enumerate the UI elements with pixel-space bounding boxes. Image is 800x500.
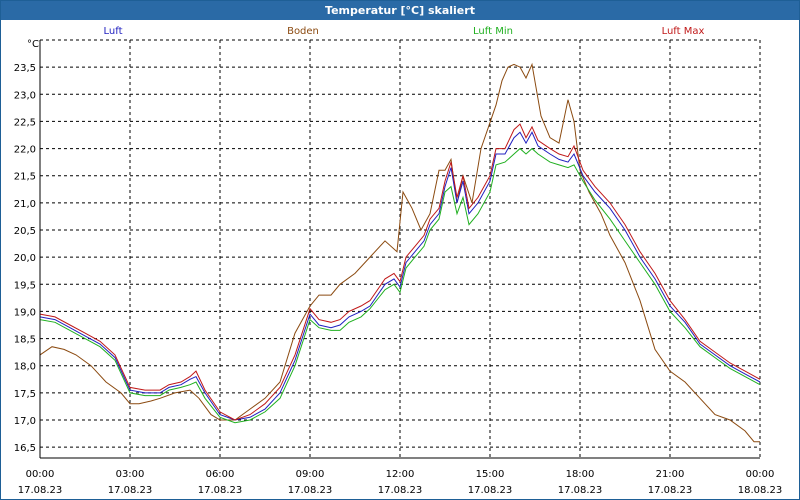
- x-tick-date-label: 17.08.23: [558, 485, 603, 496]
- axes: 16,5 17,0 17,5 18,0 18,5 19,0 19,5 20,0 20,5 21,0…: [14, 40, 783, 496]
- temperature-chart: 16,5 17,0 17,5 18,0 18,5 19,0 19,5 20,0 20,5 21,0…: [14, 26, 783, 496]
- x-tick-date-label: 17.08.23: [468, 485, 513, 496]
- x-tick-time-label: 03:00: [116, 469, 145, 480]
- y-tick-label: 22,0: [14, 145, 36, 156]
- x-tick-time-label: 09:00: [296, 469, 325, 480]
- y-tick-label: 21,5: [14, 172, 36, 183]
- x-tick-date-label: 17.08.23: [18, 485, 63, 496]
- legend-item-boden: Boden: [287, 26, 319, 37]
- y-tick-label: 18,5: [14, 335, 36, 346]
- y-tick-label: 19,0: [14, 307, 36, 318]
- y-tick-label: 17,5: [14, 389, 36, 400]
- legend-item-luft: Luft: [104, 26, 123, 37]
- y-tick-label: 22,5: [14, 117, 36, 128]
- legend-item-luft-max: Luft Max: [662, 26, 705, 37]
- x-tick-time-label: 12:00: [386, 469, 415, 480]
- x-tick-time-label: 00:00: [746, 469, 775, 480]
- legend: Luft Boden Luft Min Luft Max: [104, 26, 705, 37]
- x-tick-time-label: 15:00: [476, 469, 505, 480]
- y-tick-label: 17,0: [14, 416, 36, 427]
- x-tick-date-label: 17.08.23: [108, 485, 153, 496]
- y-tick-label: 20,5: [14, 226, 36, 237]
- x-tick-date-label: 17.08.23: [198, 485, 243, 496]
- x-tick-time-label: 00:00: [26, 469, 55, 480]
- y-tick-label: 16,5: [14, 443, 36, 454]
- x-tick-date-label: 17.08.23: [648, 485, 693, 496]
- x-tick-date-label: 17.08.23: [378, 485, 423, 496]
- y-tick-label: 20,0: [14, 253, 36, 264]
- x-tick-time-label: 21:00: [656, 469, 685, 480]
- x-tick-time-label: 06:00: [206, 469, 235, 480]
- x-tick-time-label: 18:00: [566, 469, 595, 480]
- y-tick-label: 19,5: [14, 280, 36, 291]
- y-tick-label: 23,0: [14, 90, 36, 101]
- y-axis-unit-label: °C: [27, 39, 39, 50]
- legend-item-luft-min: Luft Min: [473, 26, 513, 37]
- y-tick-label: 18,0: [14, 362, 36, 373]
- y-tick-label: 23,5: [14, 63, 36, 74]
- y-tick-label: 21,0: [14, 199, 36, 210]
- x-tick-date-label: 18.08.23: [738, 485, 783, 496]
- x-tick-date-label: 17.08.23: [288, 485, 333, 496]
